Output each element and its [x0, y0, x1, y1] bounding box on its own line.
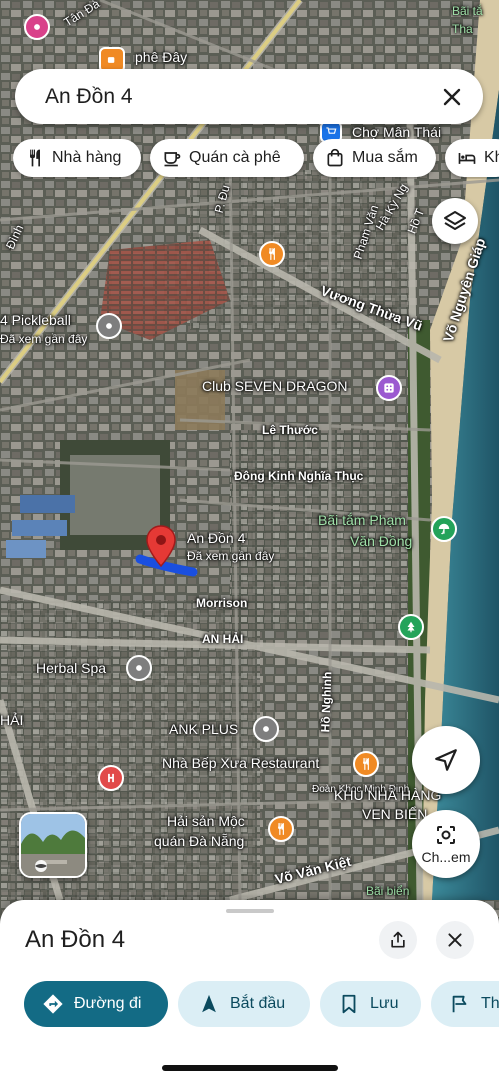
shop-icon	[34, 24, 40, 30]
shop-marker[interactable]	[24, 14, 50, 40]
place-label: phê Đây	[135, 49, 188, 65]
place-label: Club SEVEN DRAGON	[202, 378, 348, 394]
nightlife-marker[interactable]	[376, 375, 402, 401]
beach-label: Bãi tắ	[452, 4, 483, 18]
more-actions-button[interactable]: Th	[431, 981, 499, 1027]
bed-icon	[458, 153, 476, 164]
park-marker[interactable]	[398, 614, 424, 640]
fork-knife-icon	[278, 823, 284, 835]
place-title: An Đồn 4	[25, 926, 126, 953]
action-label: Th	[481, 995, 499, 1012]
action-label: Lưu	[370, 995, 399, 1012]
chip-label: Kh	[484, 149, 499, 166]
place-label: Herbal Spa	[36, 660, 107, 676]
close-icon	[443, 88, 461, 105]
close-icon	[448, 933, 462, 947]
place-label: Hải sản Mộc	[167, 813, 245, 829]
spa-marker[interactable]	[126, 655, 152, 681]
shopping-bag-icon	[327, 148, 343, 167]
location-pin-icon[interactable]	[144, 524, 178, 568]
fork-knife-icon	[30, 149, 40, 167]
hospital-marker[interactable]	[98, 765, 124, 791]
chip-hotels[interactable]: Kh	[445, 139, 499, 177]
chip-shopping[interactable]: Mua sắm	[313, 139, 436, 177]
navigation-arrow-icon	[202, 994, 216, 1013]
chip-label: Mua sắm	[352, 149, 418, 166]
dot-icon	[263, 726, 269, 732]
clear-search-button[interactable]	[439, 84, 465, 110]
action-label: Đường đi	[74, 995, 142, 1012]
place-bottom-sheet[interactable]: An Đồn 4 Đường đi Bắt đầu Lưu Th	[0, 900, 499, 1080]
beach-label: Bãi tắm Phạm	[318, 512, 406, 528]
navigation-arrow-icon	[435, 749, 457, 771]
area-label: VEN BIỂN	[362, 806, 428, 822]
restaurant-marker[interactable]	[259, 241, 285, 267]
fork-knife-icon	[269, 248, 275, 260]
sheet-drag-handle[interactable]	[226, 909, 274, 913]
lens-button-label: Ch...em	[421, 849, 471, 865]
directions-icon	[43, 994, 63, 1014]
pin-sublabel: Đã xem gần đây	[187, 549, 275, 563]
street-view-image	[21, 814, 85, 876]
tree-icon	[407, 621, 415, 633]
place-label: 4 Pickleball	[0, 312, 71, 328]
share-icon	[391, 931, 405, 948]
place-marker[interactable]	[253, 716, 279, 742]
street-label: Morrison	[196, 596, 248, 610]
save-button[interactable]: Lưu	[320, 981, 421, 1027]
market-label: Chợ Mân Thái	[352, 124, 442, 140]
fork-knife-icon	[363, 758, 369, 770]
street-label: Đông Kinh Nghĩa Thục	[234, 469, 364, 483]
coffee-cup-icon	[164, 152, 181, 167]
dot-icon	[136, 665, 142, 671]
chip-cafes[interactable]: Quán cà phê	[150, 139, 304, 177]
close-sheet-button[interactable]	[436, 921, 474, 959]
place-label: ANK PLUS	[169, 721, 239, 737]
place-label: quán Đà Nẵng	[154, 833, 245, 849]
dot-icon	[106, 323, 112, 329]
share-button[interactable]	[379, 921, 417, 959]
layers-icon	[444, 211, 466, 230]
street-label: Hồ Nghinh	[318, 671, 335, 733]
beach-label: Văn Đồng	[350, 533, 413, 549]
pin-label: An Đồn 4	[187, 530, 246, 546]
restaurant-marker[interactable]	[353, 751, 379, 777]
restaurant-marker[interactable]	[268, 816, 294, 842]
search-query[interactable]: An Đồn 4	[45, 85, 439, 109]
home-indicator	[162, 1065, 338, 1071]
umbrella-icon	[438, 523, 450, 535]
beach-label: Tha	[452, 22, 473, 36]
start-button[interactable]: Bắt đầu	[178, 981, 310, 1027]
chip-label: Nhà hàng	[52, 149, 122, 166]
place-sublabel: Đã xem gần đây	[0, 332, 88, 346]
coffee-cup-icon	[107, 57, 115, 63]
category-chips: Nhà hàng Quán cà phê Mua sắm Kh	[13, 139, 499, 179]
cart-icon	[326, 127, 337, 134]
hospital-icon	[108, 773, 114, 783]
bookmark-icon	[342, 994, 356, 1014]
chip-label: Quán cà phê	[189, 149, 281, 166]
place-label: Nhà Bếp Xưa Restaurant	[162, 755, 320, 771]
street-label: Lê Thước	[262, 423, 318, 437]
area-label: HẢI	[0, 712, 24, 728]
beach-label: Bãi biển	[366, 884, 410, 898]
place-marker[interactable]	[96, 313, 122, 339]
translate-lens-button[interactable]: Ch...em	[412, 810, 480, 878]
area-label: AN HẢI	[202, 632, 244, 646]
lens-icon	[437, 826, 455, 844]
action-label: Bắt đầu	[230, 995, 286, 1012]
dice-icon	[384, 383, 394, 393]
directions-button[interactable]: Đường đi	[24, 981, 168, 1027]
layers-button[interactable]	[432, 198, 478, 244]
area-label: KHU NHÀ HÀNG	[334, 787, 442, 803]
flag-icon	[452, 995, 467, 1013]
beach-marker[interactable]	[431, 516, 457, 542]
search-bar[interactable]: An Đồn 4	[15, 69, 483, 124]
my-location-button[interactable]	[412, 726, 480, 794]
chip-restaurants[interactable]: Nhà hàng	[13, 139, 141, 177]
street-view-thumbnail[interactable]	[19, 812, 87, 878]
